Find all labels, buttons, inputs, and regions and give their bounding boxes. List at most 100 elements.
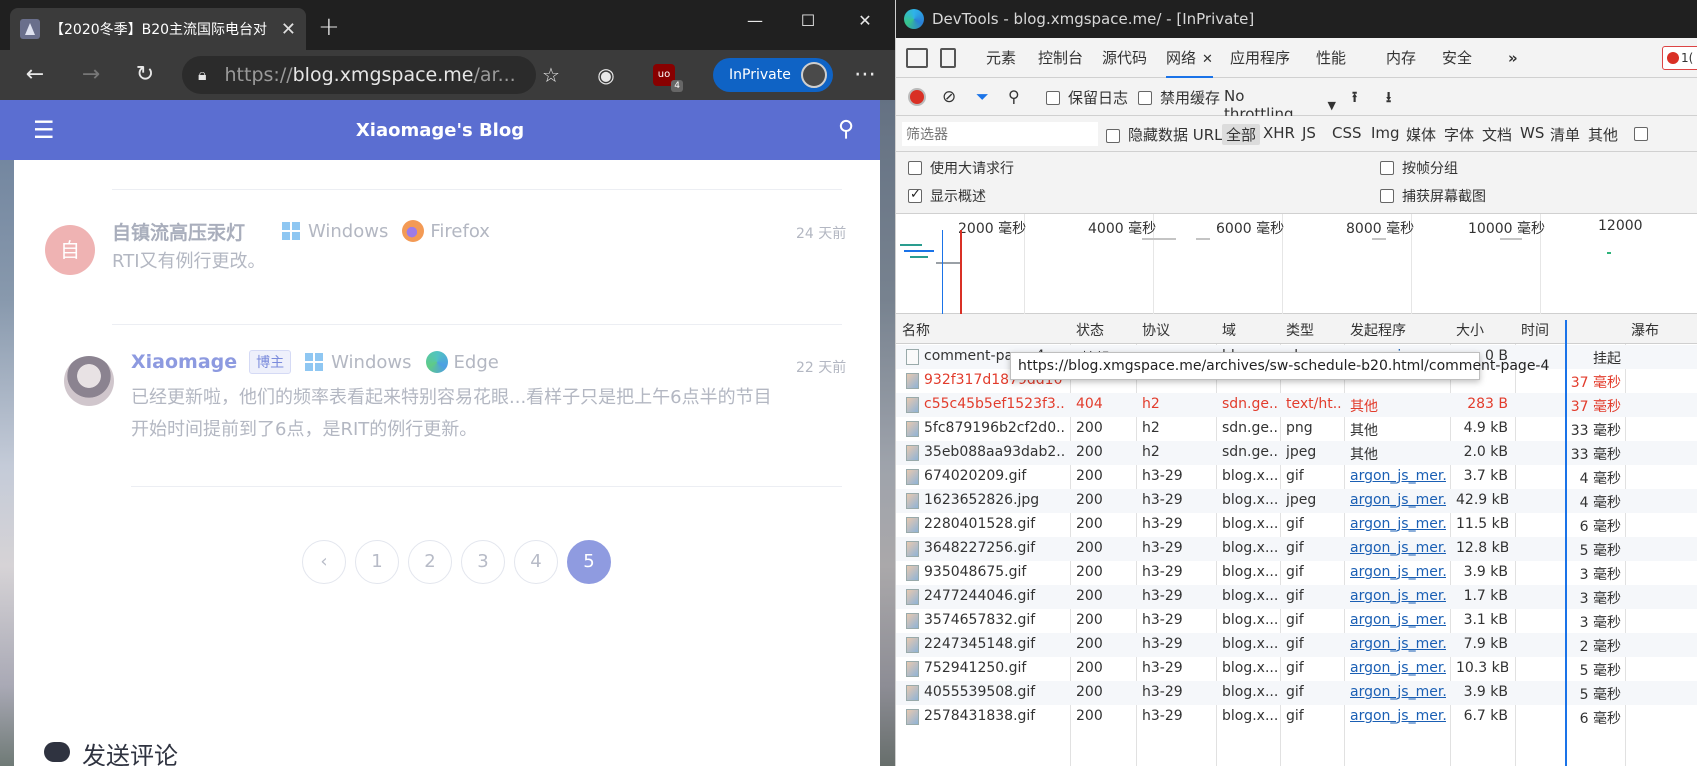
pager-page-3[interactable]: 3 xyxy=(461,540,505,584)
big-rows-box[interactable] xyxy=(908,161,922,175)
filter-type-doc[interactable]: 文档 xyxy=(1482,124,1512,145)
close-tab-icon[interactable]: ✕ xyxy=(1202,52,1213,67)
filter-type-all[interactable]: 全部 xyxy=(1222,124,1261,145)
inprivate-button[interactable]: InPrivate xyxy=(713,58,833,92)
cell-initiator[interactable]: argon_js_mer... xyxy=(1350,684,1446,700)
table-row[interactable]: 2578431838.gif 200 h3-29 blog.x... gif argon_… xyxy=(896,705,1697,729)
lock-icon[interactable]: 🔒︎ xyxy=(198,65,207,85)
table-row[interactable]: 935048675.gif 200 h3-29 blog.x... gif argon_j… xyxy=(896,561,1697,585)
cell-initiator[interactable]: argon_js_mer... xyxy=(1350,564,1446,580)
table-row[interactable]: 1623652826.jpg 200 h3-29 blog.x... jpeg argon… xyxy=(896,489,1697,513)
search-icon[interactable]: ⚲ xyxy=(838,117,854,142)
comment-author[interactable]: 自镇流高压汞灯 xyxy=(112,218,245,245)
error-count-badge[interactable]: 1( xyxy=(1662,46,1697,70)
clear-icon[interactable]: ⊘ xyxy=(942,87,956,107)
tab-performance[interactable]: 性能 xyxy=(1316,38,1346,78)
filter-input[interactable] xyxy=(902,122,1098,146)
capture-screenshots-checkbox[interactable]: 捕获屏幕截图 xyxy=(1380,186,1486,206)
cell-initiator[interactable]: argon_js_mer... xyxy=(1350,660,1446,676)
table-row[interactable]: 5fc879196b2cf2d0... 200 h2 sdn.ge... png 其他 4.… xyxy=(896,417,1697,441)
close-window-icon[interactable]: ✕ xyxy=(845,6,885,36)
cell-initiator[interactable]: argon_js_mer... xyxy=(1350,540,1446,556)
close-tab-icon[interactable]: ✕ xyxy=(281,19,296,40)
more-filter-checkbox[interactable] xyxy=(1634,124,1656,142)
more-tabs-icon[interactable]: » xyxy=(1508,38,1518,78)
table-row[interactable]: 752941250.gif 200 h3-29 blog.x... gif argon_j… xyxy=(896,657,1697,681)
tab-network[interactable]: 网络 ✕ xyxy=(1166,38,1213,78)
record-icon[interactable] xyxy=(908,88,926,106)
disable-cache-box[interactable] xyxy=(1138,90,1152,105)
cell-initiator[interactable]: argon_js_mer... xyxy=(1350,492,1446,508)
import-har-icon[interactable]: ⭱ xyxy=(1352,87,1357,112)
filter-type-xhr[interactable]: XHR xyxy=(1263,124,1295,142)
disable-cache-checkbox[interactable]: 禁用缓存 xyxy=(1138,87,1220,108)
browser-tab[interactable]: 【2020冬季】B20主流国际电台对 ✕ xyxy=(10,8,306,50)
column-header-domain[interactable]: 域 xyxy=(1222,320,1236,340)
table-row[interactable]: c55c45b5ef1523f3... 404 h2 sdn.ge... text/ht… xyxy=(896,393,1697,417)
tab-security[interactable]: 安全 xyxy=(1442,38,1472,78)
add-favorite-icon[interactable]: ☆ xyxy=(538,62,564,88)
column-header-status[interactable]: 状态 xyxy=(1076,320,1104,340)
cell-initiator[interactable]: argon_js_mer... xyxy=(1350,708,1446,724)
device-toggle-icon[interactable] xyxy=(940,48,956,68)
cell-initiator[interactable]: argon_js_mer... xyxy=(1350,588,1446,604)
show-overview-box[interactable] xyxy=(908,187,922,203)
ublock-icon[interactable]: uo 4 xyxy=(653,64,683,92)
show-overview-checkbox[interactable]: 显示概述 xyxy=(908,186,986,206)
filter-type-js[interactable]: JS xyxy=(1302,124,1316,142)
back-icon[interactable]: ← xyxy=(22,62,48,88)
cell-initiator[interactable]: argon_js_mer... xyxy=(1350,516,1446,532)
table-row[interactable]: 4055539508.gif 200 h3-29 blog.x... gif argon_… xyxy=(896,681,1697,705)
group-by-frame-box[interactable] xyxy=(1380,161,1394,175)
big-rows-checkbox[interactable]: 使用大请求行 xyxy=(908,158,1014,178)
table-row[interactable]: 35eb088aa93dab2... 200 h2 sdn.ge... jpeg 其他 2.… xyxy=(896,441,1697,465)
filter-type-manifest[interactable]: 清单 xyxy=(1550,124,1580,145)
filter-type-img[interactable]: Img xyxy=(1371,124,1400,142)
search-icon[interactable]: ⚲ xyxy=(1008,87,1020,106)
address-bar[interactable]: 🔒︎ https:// blog.xmgspace.me /ar... xyxy=(182,56,536,94)
table-row[interactable]: 674020209.gif 200 h3-29 blog.x... gif argon_j… xyxy=(896,465,1697,489)
cell-initiator[interactable]: argon_js_mer... xyxy=(1350,636,1446,652)
network-overview[interactable]: 2000 毫秒 4000 毫秒 6000 毫秒 8000 毫秒 10000 毫秒… xyxy=(896,214,1697,314)
more-filter-box[interactable] xyxy=(1634,126,1648,141)
column-header-protocol[interactable]: 协议 xyxy=(1142,320,1170,340)
refresh-icon[interactable]: ↻ xyxy=(132,62,158,88)
tab-application[interactable]: 应用程序 xyxy=(1230,38,1290,78)
pager-page-2[interactable]: 2 xyxy=(408,540,452,584)
table-row[interactable]: 3574657832.gif 200 h3-29 blog.x... gif argon_… xyxy=(896,609,1697,633)
tab-elements[interactable]: 元素 xyxy=(986,38,1016,78)
hide-data-url-box[interactable] xyxy=(1106,128,1120,143)
column-header-type[interactable]: 类型 xyxy=(1286,320,1314,340)
filter-type-ws[interactable]: WS xyxy=(1520,124,1544,142)
new-tab-icon[interactable]: + xyxy=(318,12,340,42)
table-row[interactable]: 2477244046.gif 200 h3-29 blog.x... gif argon_… xyxy=(896,585,1697,609)
table-row[interactable]: 2247345148.gif 200 h3-29 blog.x... gif argon_… xyxy=(896,633,1697,657)
column-header-waterfall[interactable]: 瀑布 xyxy=(1631,320,1659,340)
cell-initiator[interactable]: argon_js_mer... xyxy=(1350,468,1446,484)
table-row[interactable]: 3648227256.gif 200 h3-29 blog.x... gif argon_… xyxy=(896,537,1697,561)
page-scrollbar[interactable] xyxy=(880,100,895,766)
forward-icon[interactable]: → xyxy=(78,62,104,88)
maximize-icon[interactable]: ☐ xyxy=(788,6,828,36)
site-title[interactable]: Xiaomage's Blog xyxy=(0,120,880,141)
column-header-size[interactable]: 大小 xyxy=(1456,320,1484,340)
filter-type-css[interactable]: CSS xyxy=(1332,124,1362,142)
tab-sources[interactable]: 源代码 xyxy=(1102,38,1147,78)
tab-console[interactable]: 控制台 xyxy=(1038,38,1083,78)
comment-author[interactable]: Xiaomage xyxy=(131,351,237,373)
filter-type-media[interactable]: 媒体 xyxy=(1406,124,1436,145)
inspect-icon[interactable] xyxy=(906,48,928,68)
preserve-log-checkbox[interactable]: 保留日志 xyxy=(1046,87,1128,108)
column-header-initiator[interactable]: 发起程序 xyxy=(1350,320,1406,340)
cell-initiator[interactable]: argon_js_mer... xyxy=(1350,612,1446,628)
tab-memory[interactable]: 内存 xyxy=(1386,38,1416,78)
filter-type-font[interactable]: 字体 xyxy=(1444,124,1474,145)
pager-page-5[interactable]: 5 xyxy=(567,540,611,584)
filter-type-other[interactable]: 其他 xyxy=(1588,124,1618,145)
pager-page-1[interactable]: 1 xyxy=(355,540,399,584)
filter-icon[interactable]: ⏷ xyxy=(976,87,989,107)
export-har-icon[interactable]: ⭳ xyxy=(1386,87,1391,112)
capture-screenshots-box[interactable] xyxy=(1380,189,1394,203)
pager-prev[interactable]: ‹ xyxy=(302,540,346,584)
column-header-name[interactable]: 名称 xyxy=(902,320,930,340)
